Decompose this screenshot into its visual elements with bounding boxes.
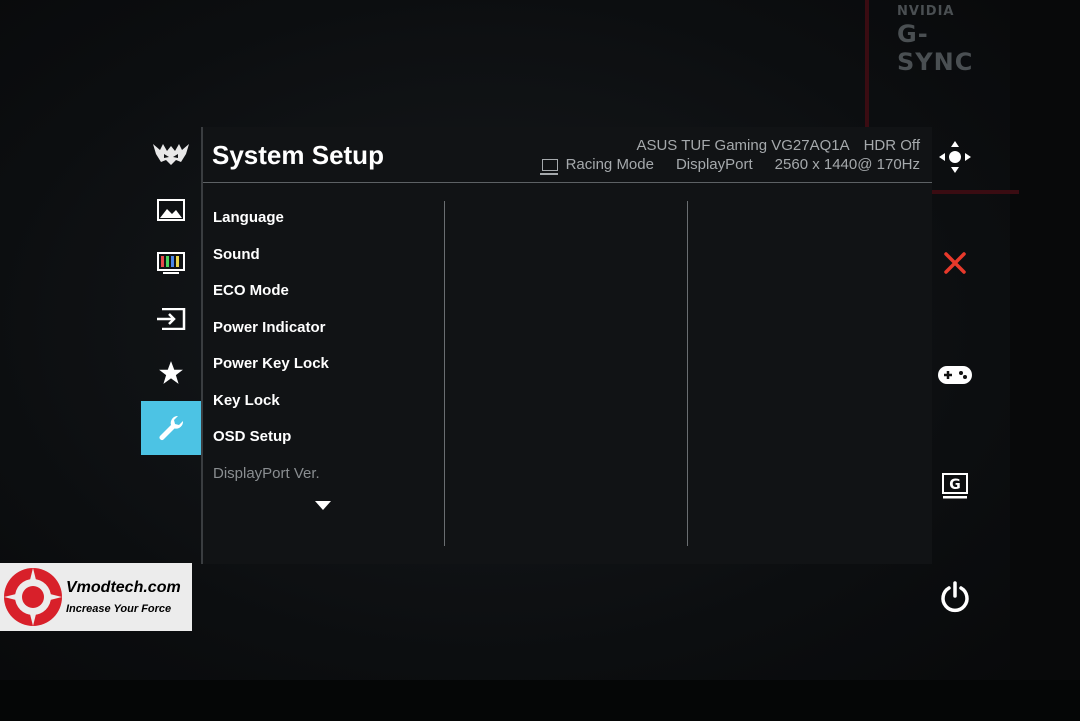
tuf-logo-icon [153, 144, 189, 165]
menu-item-power-key-lock[interactable]: Power Key Lock [213, 353, 329, 390]
scroll-down-arrow-icon[interactable] [315, 501, 331, 510]
nav-color-settings[interactable] [141, 237, 201, 291]
color-icon [157, 252, 185, 274]
menu-item-osd-setup[interactable]: OSD Setup [213, 426, 329, 463]
close-icon [944, 252, 966, 274]
wrench-icon [159, 415, 184, 440]
column-divider [687, 201, 688, 546]
nav-system-setup[interactable] [141, 401, 201, 455]
site-watermark: Vmodtech.com Increase Your Force [0, 563, 192, 631]
watermark-slogan: Increase Your Force [66, 603, 172, 615]
favorite-star-icon [159, 361, 183, 384]
five-way-joystick-icon [939, 141, 971, 173]
joystick-control[interactable] [934, 136, 976, 178]
gameplus-button[interactable] [934, 354, 976, 396]
nav-my-favorite[interactable] [141, 346, 201, 400]
menu-item-language[interactable]: Language [213, 207, 329, 244]
resolution-status: 2560 x 1440@ 170Hz [774, 156, 920, 173]
image-icon [157, 199, 185, 221]
menu-item-sound[interactable]: Sound [213, 244, 329, 281]
menu-item-eco-mode[interactable]: ECO Mode [213, 280, 329, 317]
mode-monitor-icon [539, 158, 558, 175]
menu-item-power-indicator[interactable]: Power Indicator [213, 317, 329, 354]
column-divider [444, 201, 445, 546]
page-title: System Setup [212, 140, 384, 170]
mode-status: Racing Mode [565, 156, 654, 173]
status-info-line: Racing Mode DisplayPort 2560 x 1440@ 170… [539, 156, 920, 175]
nvidia-label: NVIDIA [897, 4, 955, 19]
nav-tuf-logo [141, 127, 201, 181]
osd-left-border [201, 127, 203, 564]
input-status: DisplayPort [675, 156, 753, 173]
header-divider [203, 182, 932, 183]
gamevisual-icon: G [942, 473, 968, 499]
power-icon [941, 581, 969, 613]
model-name: ASUS TUF Gaming VG27AQ1A [636, 137, 850, 154]
menu-item-key-lock[interactable]: Key Lock [213, 390, 329, 427]
monitor-info-line: ASUS TUF Gaming VG27AQ1A HDR Off [622, 137, 920, 154]
vmodtech-logo-icon [4, 568, 62, 626]
watermark-site: Vmodtech.com [66, 579, 181, 596]
gsync-label: G-SYNC [897, 20, 974, 76]
nav-image-settings[interactable] [141, 183, 201, 237]
gamevisual-button[interactable]: G [934, 465, 976, 507]
monitor-bezel-bottom [0, 680, 1080, 721]
gameplus-icon [938, 366, 972, 384]
nav-input-select[interactable] [141, 292, 201, 346]
hdr-status: HDR Off [863, 137, 920, 154]
power-button[interactable] [934, 576, 976, 618]
close-button[interactable] [934, 242, 976, 284]
gsync-logo: NVIDIA G-SYNC [897, 4, 997, 76]
svg-text:G: G [949, 477, 961, 493]
settings-menu: Language Sound ECO Mode Power Indicator … [213, 207, 329, 499]
monitor-bezel-right [1010, 0, 1080, 721]
input-select-icon [157, 308, 186, 330]
menu-item-displayport-ver[interactable]: DisplayPort Ver. [213, 463, 329, 500]
